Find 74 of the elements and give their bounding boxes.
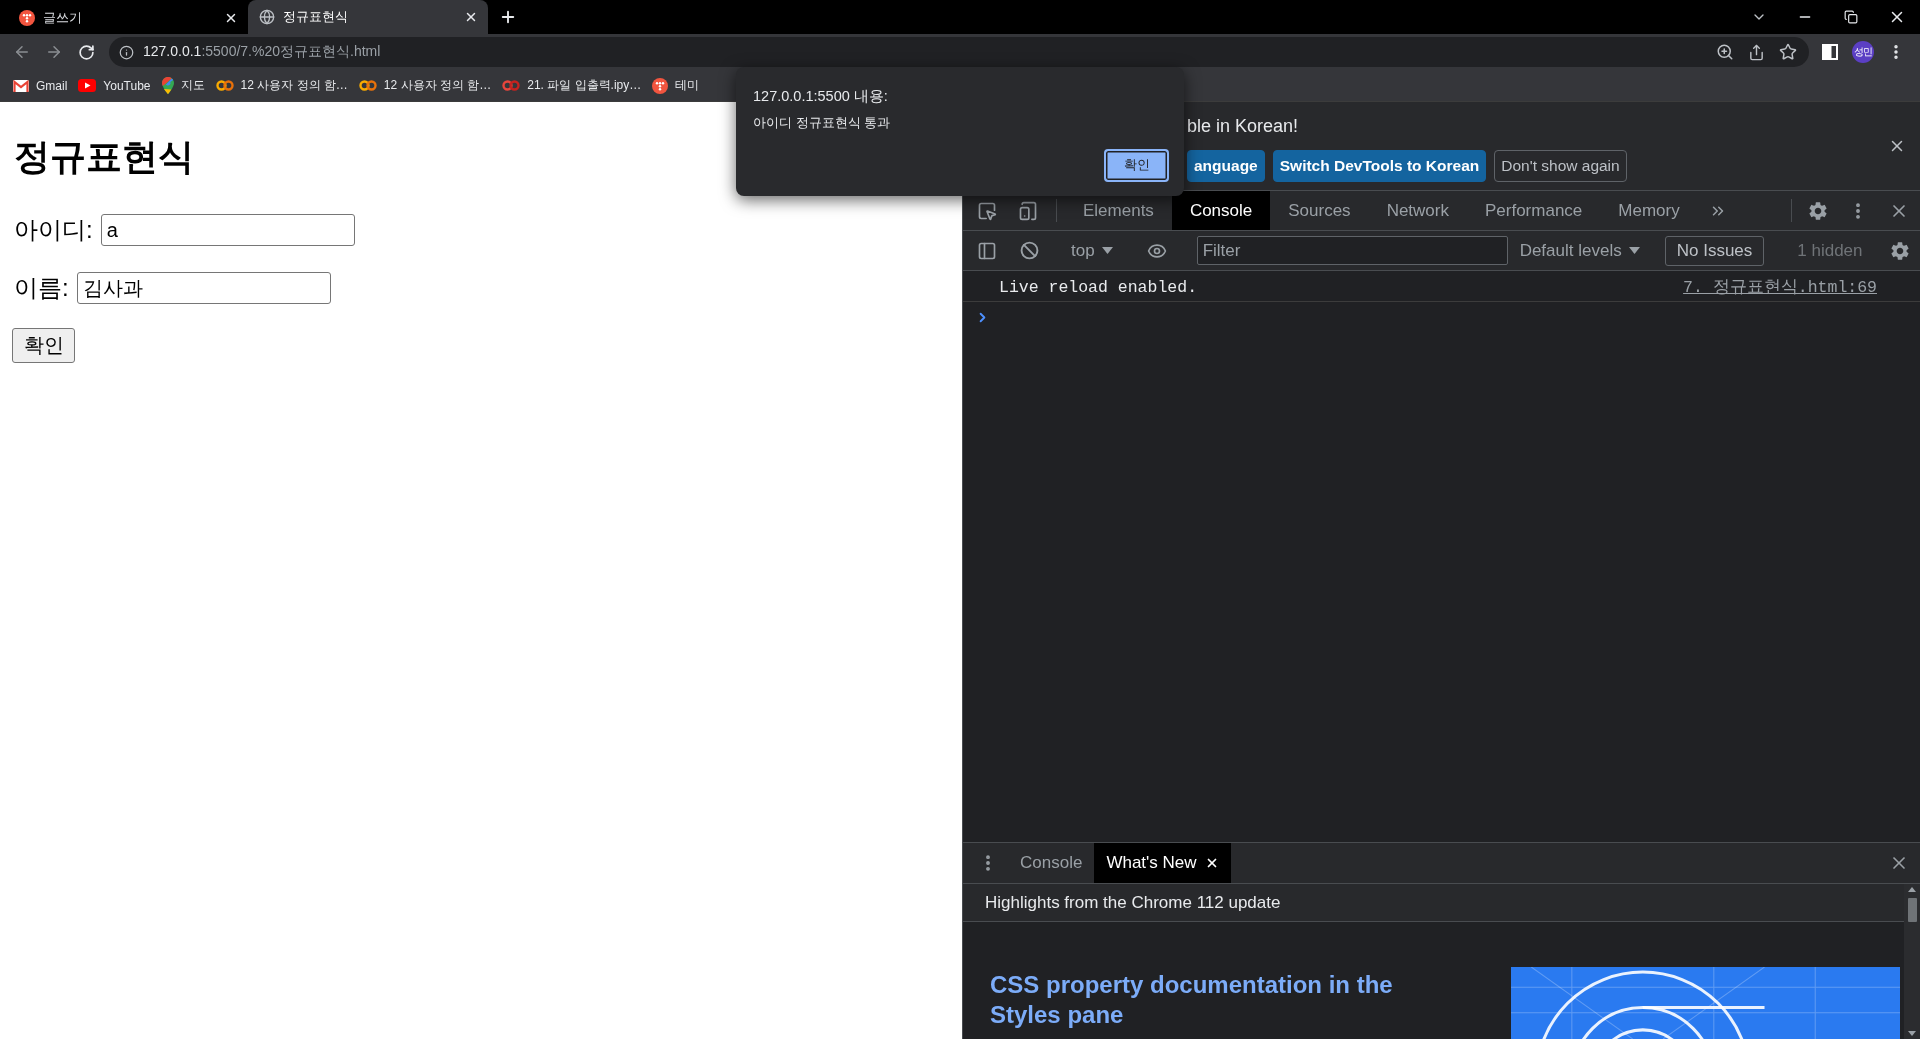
bookmark-item[interactable]: 지도 [161, 77, 205, 94]
dotted-circle-icon [19, 10, 35, 26]
forward-icon[interactable] [45, 43, 63, 61]
bookmark-item[interactable]: YouTube [78, 78, 151, 93]
new-tab-icon[interactable] [499, 8, 517, 26]
dialog-message: 아이디 정규표현식 통과 [753, 115, 891, 131]
drawer-tab[interactable]: Console [1008, 843, 1095, 883]
sidebar-icon[interactable] [977, 240, 997, 261]
dotted-circle-icon [652, 77, 669, 94]
infobar-button[interactable]: Switch DevTools to Korean [1272, 150, 1487, 182]
restore-icon[interactable] [1844, 10, 1858, 24]
submit-button[interactable]: 확인 [12, 328, 75, 363]
bookmark-item[interactable]: 21. 파일 입출력.ipy… [502, 77, 642, 94]
map-pin-icon [161, 77, 174, 94]
infobar-button[interactable]: Don't show again [1494, 150, 1627, 182]
inspect-icon[interactable] [977, 200, 997, 221]
close-icon[interactable] [464, 10, 478, 24]
dialog-title: 127.0.0.1:5500 내용: [753, 87, 888, 105]
caret-down-icon [1101, 247, 1113, 254]
drawer-tab[interactable]: What's New [1094, 843, 1231, 883]
filter-input[interactable]: Filter [1196, 236, 1508, 265]
hidden-count: 1 hidden [1797, 240, 1863, 261]
devtools-tab[interactable]: Network [1368, 191, 1467, 230]
close-icon[interactable] [224, 11, 238, 25]
globe-icon [259, 9, 275, 25]
page-heading: 정규표현식 [14, 135, 194, 179]
ok-button[interactable]: 확인 [1104, 149, 1169, 182]
scroll-up-icon[interactable] [1908, 887, 1916, 892]
bookmark-item[interactable]: 12 사용자 정의 함… [215, 77, 348, 94]
zoom-icon[interactable] [1716, 43, 1734, 61]
share-icon[interactable] [1748, 43, 1765, 61]
address-bar[interactable]: 127.0.0.1:5500/7.%20정규표현식.html [109, 37, 1809, 67]
envelope-icon [13, 79, 29, 92]
settings-icon[interactable] [1889, 239, 1911, 262]
field-label: 이름: [14, 273, 69, 303]
side-panel-icon[interactable] [1822, 44, 1838, 60]
back-icon[interactable] [13, 43, 31, 61]
scrollbar-thumb[interactable] [1907, 898, 1917, 922]
devtools-tab[interactable]: Memory [1600, 191, 1698, 230]
source-link[interactable]: 7. 정규표현식.html:69 [1683, 276, 1877, 298]
profile-avatar[interactable]: 성민 [1852, 41, 1874, 63]
url-text: 127.0.0.1:5500/7.%20정규표현식.html [143, 43, 382, 61]
infobar-message: ble in Korean! [1187, 116, 1299, 137]
star-icon[interactable] [1779, 43, 1797, 61]
devtools-tab[interactable]: Console [1171, 191, 1271, 230]
scrollbar[interactable] [1904, 884, 1920, 1039]
panel-header: Highlights from the Chrome 112 update [985, 892, 1281, 913]
bookmark-item[interactable]: Gmail [13, 78, 68, 93]
linked-rings-icon [502, 80, 521, 91]
device-icon[interactable] [1018, 200, 1038, 221]
scroll-down-icon[interactable] [1908, 1031, 1916, 1036]
linked-rings-icon [215, 80, 234, 91]
text-input[interactable]: 김사과 [76, 272, 331, 304]
console-message: Live reload enabled. [999, 277, 1198, 297]
clear-console-icon[interactable] [1019, 241, 1039, 260]
issues-button[interactable]: No Issues [1664, 235, 1765, 266]
field-label: 아이디: [14, 215, 93, 245]
browser-tab[interactable]: 정규표현식 [248, 0, 488, 34]
devtools-tab[interactable]: Sources [1270, 191, 1369, 230]
bookmark-item[interactable]: 테미 [652, 77, 700, 94]
article-title[interactable]: CSS property documentation in the Styles pane [990, 970, 1460, 1030]
devtools-tab[interactable]: Performance [1467, 191, 1601, 230]
linked-rings-icon [358, 80, 377, 91]
text-input[interactable]: a [100, 214, 355, 246]
info-icon[interactable] [119, 44, 134, 60]
levels-dropdown[interactable]: Default levels [1511, 235, 1648, 266]
play-icon [78, 79, 97, 92]
caret-down-icon [1628, 247, 1640, 254]
reload-icon[interactable] [77, 43, 95, 61]
browser-tab[interactable]: 글쓰기 [8, 2, 248, 34]
infobar-button[interactable]: anguage [1187, 150, 1265, 182]
settings-icon[interactable] [1807, 199, 1829, 222]
context-select[interactable]: top [1063, 235, 1121, 266]
bookmark-item[interactable]: 12 사용자 정의 함… [358, 77, 492, 94]
